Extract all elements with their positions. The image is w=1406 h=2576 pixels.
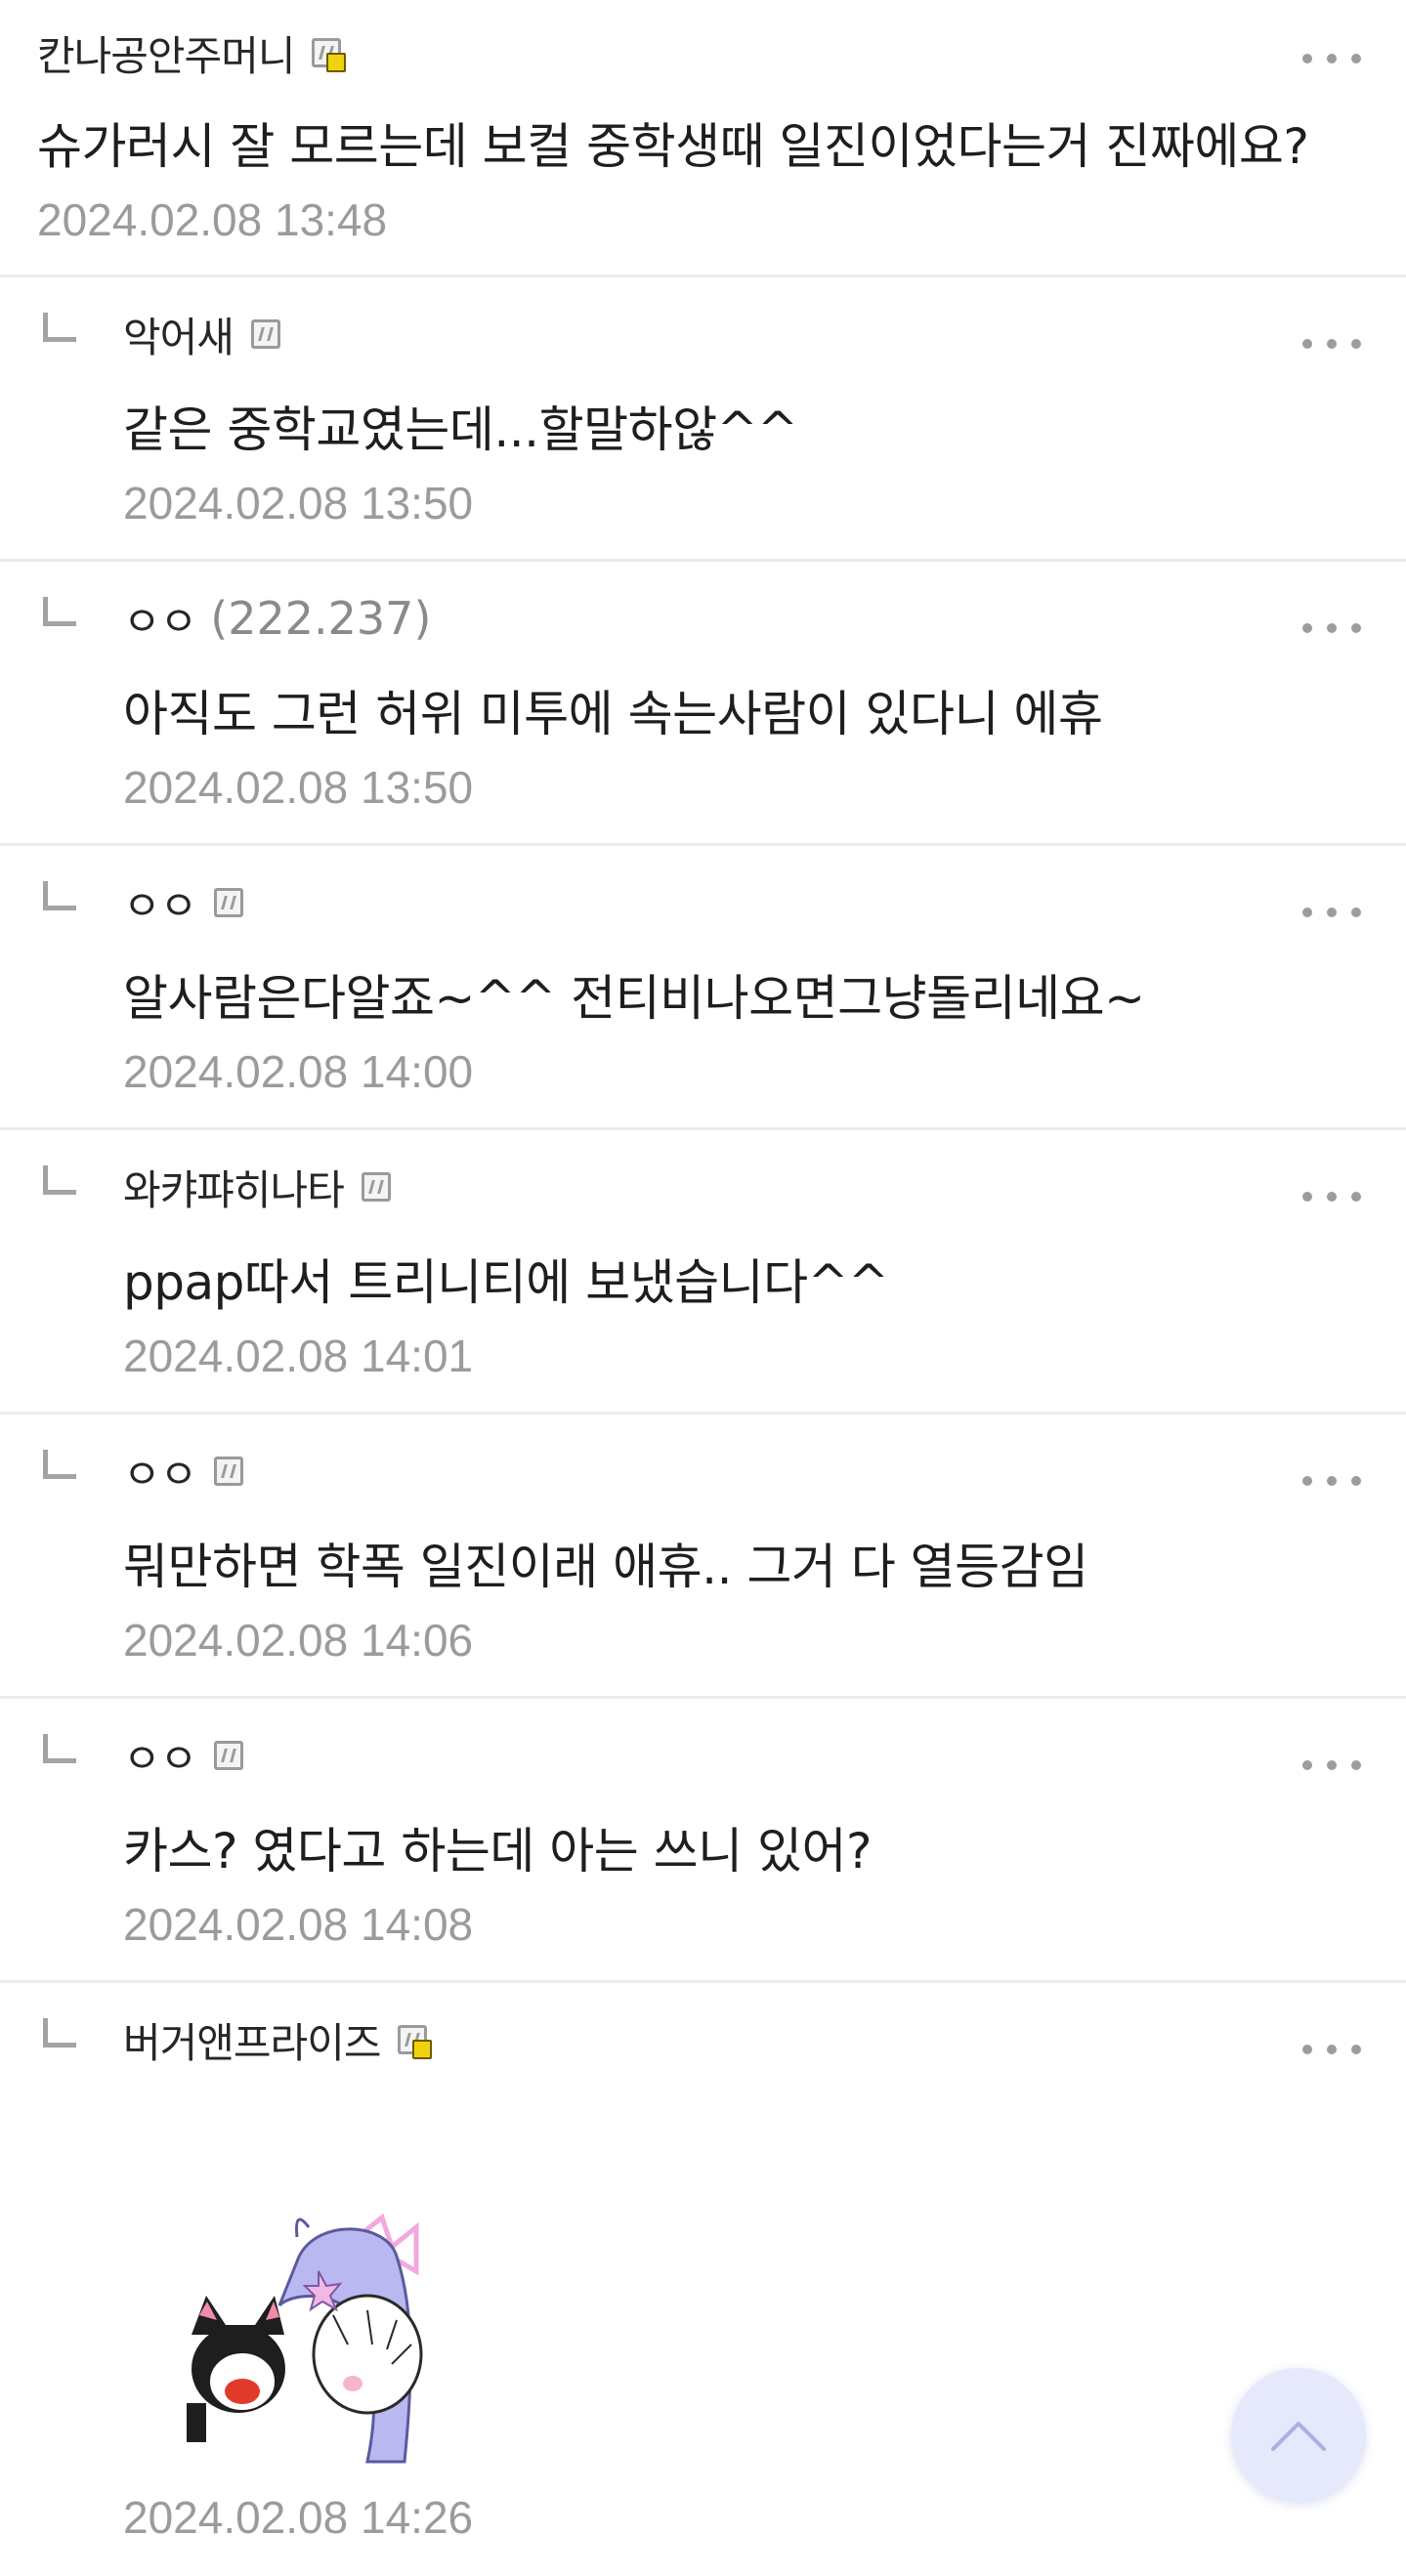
reply-arrow-icon xyxy=(43,1165,76,1195)
comment-item: 칸나공안주머니 슈가러시 잘 모르는데 보컬 중학생때 일진이었다는거 진짜에요… xyxy=(0,0,1406,277)
comment-date: 2024.02.08 13:50 xyxy=(123,762,474,813)
comment-author[interactable]: ㅇㅇ xyxy=(123,1442,244,1501)
reply-arrow-icon xyxy=(43,2018,76,2048)
more-options-button[interactable] xyxy=(1302,336,1361,352)
more-options-button[interactable] xyxy=(1302,51,1361,66)
dot xyxy=(1327,54,1337,63)
comment-text: 같은 중학교였는데...할말하않^^ xyxy=(123,401,798,458)
more-options-button[interactable] xyxy=(1302,905,1361,920)
chevron-up-icon xyxy=(1271,2422,1326,2451)
dot xyxy=(1351,1760,1361,1770)
dot xyxy=(1302,54,1312,63)
more-options-button[interactable] xyxy=(1302,1757,1361,1773)
dot xyxy=(1327,1476,1337,1486)
reply-item: ㅇㅇ (222.237) 아직도 그런 허위 미투에 속는사람이 있다니 에휴 … xyxy=(0,562,1406,846)
author-nickname[interactable]: 악어새 xyxy=(123,305,234,364)
dot xyxy=(1302,1476,1312,1486)
fixed-nick-icon xyxy=(214,1457,244,1486)
fixed-nick-icon xyxy=(250,319,280,349)
comment-author[interactable]: 버거앤프라이즈 xyxy=(123,2010,433,2070)
more-options-button[interactable] xyxy=(1302,1189,1361,1204)
dot xyxy=(1327,623,1337,633)
comment-author[interactable]: ㅇㅇ (222.237) xyxy=(123,591,431,646)
author-nickname[interactable]: ㅇㅇ xyxy=(123,1442,197,1501)
more-options-button[interactable] xyxy=(1302,1473,1361,1489)
comment-text: 슈가러시 잘 모르는데 보컬 중학생때 일진이었다는거 진짜에요? xyxy=(37,118,1309,175)
author-nickname[interactable]: ㅇㅇ xyxy=(123,1726,197,1786)
comment-date: 2024.02.08 14:08 xyxy=(123,1899,474,1950)
dot xyxy=(1351,2045,1361,2054)
fixed-nick-icon xyxy=(398,2025,433,2059)
dot xyxy=(1327,339,1337,349)
dot xyxy=(1302,1192,1312,1202)
more-options-button[interactable] xyxy=(1302,2042,1361,2057)
comment-author[interactable]: 와캬퍄히나타 xyxy=(123,1160,391,1214)
reply-arrow-icon xyxy=(43,597,76,626)
dot xyxy=(1327,1192,1337,1202)
fixed-nick-icon xyxy=(214,1741,244,1770)
dot xyxy=(1351,339,1361,349)
comment-text: 아직도 그런 허위 미투에 속는사람이 있다니 에휴 xyxy=(123,686,1103,742)
reply-arrow-icon xyxy=(43,1450,76,1479)
comment-date: 2024.02.08 13:48 xyxy=(37,194,388,245)
dot xyxy=(1302,339,1312,349)
comment-date: 2024.02.08 14:01 xyxy=(123,1330,474,1381)
author-ip: (222.237) xyxy=(210,592,432,645)
scroll-top-button[interactable] xyxy=(1231,2368,1366,2503)
author-nickname[interactable]: 버거앤프라이즈 xyxy=(123,2010,381,2070)
dot xyxy=(1327,908,1337,917)
comment-text: 카스? 였다고 하는데 아는 쓰니 있어? xyxy=(123,1823,873,1879)
more-options-button[interactable] xyxy=(1302,620,1361,636)
reply-item: ㅇㅇ 카스? 였다고 하는데 아는 쓰니 있어? 2024.02.08 14:0… xyxy=(0,1699,1406,1983)
comment-text: ppap따서 트리니티에 보냈습니다^^ xyxy=(123,1254,889,1311)
dot xyxy=(1302,2045,1312,2054)
dot xyxy=(1327,2045,1337,2054)
fixed-nick-icon xyxy=(214,888,244,917)
author-nickname[interactable]: ㅇㅇ xyxy=(123,589,197,649)
reply-arrow-icon xyxy=(43,1734,76,1763)
comment-author[interactable]: ㅇㅇ xyxy=(123,1726,244,1786)
reply-item: ㅇㅇ 알사람은다알죠~^^ 전티비나오면그냥돌리네요~ 2024.02.08 1… xyxy=(0,846,1406,1130)
comment-date: 2024.02.08 14:06 xyxy=(123,1615,474,1666)
dot xyxy=(1302,1760,1312,1770)
reply-item: 와캬퍄히나타 ppap따서 트리니티에 보냈습니다^^ 2024.02.08 1… xyxy=(0,1130,1406,1415)
comment-author[interactable]: 칸나공안주머니 xyxy=(37,23,347,83)
reply-arrow-icon xyxy=(43,313,76,342)
anime-cat-girls-sticker xyxy=(187,2213,423,2464)
dot xyxy=(1351,1476,1361,1486)
comment-author[interactable]: ㅇㅇ xyxy=(123,873,244,933)
dot xyxy=(1327,1760,1337,1770)
comment-date: 2024.02.08 13:50 xyxy=(123,478,474,528)
author-nickname[interactable]: ㅇㅇ xyxy=(123,873,197,933)
dot xyxy=(1302,623,1312,633)
reply-item: ㅇㅇ 뭐만하면 학폭 일진이래 애휴.. 그거 다 열등감임 2024.02.0… xyxy=(0,1415,1406,1699)
comment-text: 뭐만하면 학폭 일진이래 애휴.. 그거 다 열등감임 xyxy=(123,1539,1088,1595)
reply-item: 악어새 같은 중학교였는데...할말하않^^ 2024.02.08 13:50 xyxy=(0,277,1406,562)
comment-text: 알사람은다알죠~^^ 전티비나오면그냥돌리네요~ xyxy=(123,970,1145,1027)
dot xyxy=(1351,54,1361,63)
author-nickname[interactable]: 와캬퍄히나타 xyxy=(123,1158,345,1217)
comment-date: 2024.02.08 14:00 xyxy=(123,1046,474,1097)
dot xyxy=(1351,623,1361,633)
fixed-nick-icon xyxy=(361,1172,391,1202)
reply-arrow-icon xyxy=(43,881,76,910)
dot xyxy=(1302,908,1312,917)
comment-date: 2024.02.08 14:26 xyxy=(123,2492,474,2543)
comment-author[interactable]: 악어새 xyxy=(123,307,280,361)
fixed-nick-icon xyxy=(312,38,347,72)
dot xyxy=(1351,908,1361,917)
author-nickname[interactable]: 칸나공안주머니 xyxy=(37,23,295,83)
dot xyxy=(1351,1192,1361,1202)
